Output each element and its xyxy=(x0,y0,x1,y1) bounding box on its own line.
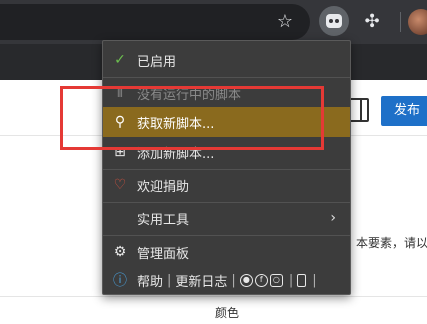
browser-toolbar: ☆ ✣ xyxy=(0,0,427,44)
publish-button[interactable]: 发布 xyxy=(381,96,427,126)
separator: | xyxy=(288,272,294,288)
star-icon[interactable]: ☆ xyxy=(274,11,296,33)
separator: | xyxy=(167,272,172,288)
puzzle-icon[interactable]: ✣ xyxy=(360,10,384,34)
heart-icon: ♡ xyxy=(113,177,127,193)
separator: | xyxy=(231,272,236,288)
menu-item-dashboard[interactable]: ⚙ 管理面板 xyxy=(103,237,350,267)
gear-icon: ⚙ xyxy=(113,244,127,260)
menu-item-utilities[interactable]: 实用工具 › xyxy=(103,203,350,233)
menu-item-label: 实用工具 xyxy=(137,212,190,228)
facebook-icon[interactable]: f xyxy=(254,273,268,287)
tampermonkey-icon[interactable] xyxy=(319,6,349,36)
page-fragment-text: 本要素，请以 xyxy=(356,236,427,250)
menu-item-label: 管理面板 xyxy=(137,246,190,262)
address-bar[interactable] xyxy=(0,4,310,40)
separator: | xyxy=(312,272,317,288)
menu-item-label: 已启用 xyxy=(137,54,177,70)
github-icon[interactable]: ● xyxy=(239,273,253,287)
info-icon: ⓘ xyxy=(113,273,127,289)
avatar[interactable] xyxy=(408,9,427,35)
tampermonkey-glyph xyxy=(326,14,342,28)
extension-menu: ✓ 已启用 ⦀ 没有运行中的脚本 ⚲ 获取新脚本... ⊞ 添加新脚本... ♡… xyxy=(102,40,351,295)
chevron-right-icon: › xyxy=(330,210,336,226)
menu-divider xyxy=(103,235,350,236)
toolbar-divider xyxy=(400,12,401,32)
help-link[interactable]: 帮助 xyxy=(137,271,163,290)
page-divider xyxy=(0,296,427,297)
menu-item-label: 欢迎捐助 xyxy=(137,179,190,195)
check-icon: ✓ xyxy=(114,52,126,68)
changelog-link[interactable]: 更新日志 xyxy=(175,271,227,290)
menu-item-help-row: ⓘ 帮助 | 更新日志 | ● f ○ | | xyxy=(103,265,350,295)
mobile-icon[interactable] xyxy=(297,273,307,287)
instagram-icon[interactable]: ○ xyxy=(269,273,283,287)
color-label: 颜色 xyxy=(215,306,240,320)
menu-item-donate[interactable]: ♡ 欢迎捐助 xyxy=(103,170,350,200)
menu-item-enabled[interactable]: ✓ 已启用 xyxy=(103,45,350,75)
annotation-highlight-box xyxy=(60,86,324,150)
